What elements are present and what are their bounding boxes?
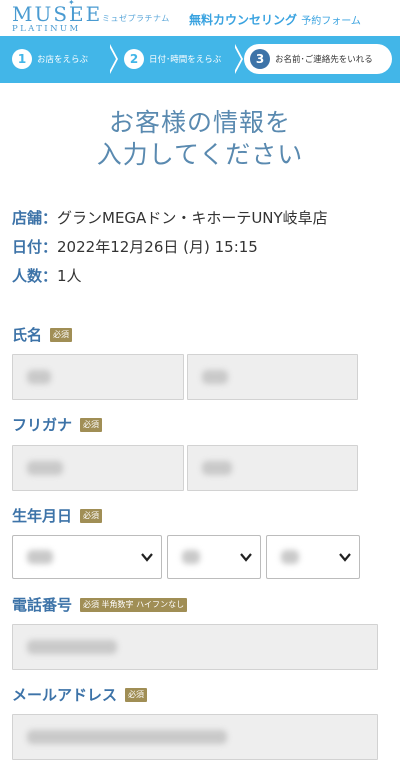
last-name-input[interactable]: [12, 354, 184, 400]
step-3-label: お名前･ご連絡先をいれる: [275, 55, 373, 65]
step-1-number: 1: [12, 49, 32, 69]
header-title-sub: 予約フォーム: [301, 16, 361, 27]
phone-note-badge: 必須 半角数字 ハイフンなし: [80, 597, 188, 612]
step-3-active: 3 お名前･ご連絡先をいれる: [244, 44, 392, 74]
phone-input[interactable]: [12, 624, 378, 670]
date-info: 日付：2022年12月26日 (月) 15:15: [12, 236, 258, 257]
blurred-value: [27, 640, 117, 654]
last-name-kana-input[interactable]: [12, 445, 184, 491]
step-2-label: 日付･時間をえらぶ: [149, 55, 222, 65]
required-badge: 必須: [125, 687, 148, 702]
blurred-value: [182, 550, 200, 564]
logo-sparkle-icon: ✦: [68, 0, 75, 7]
phone-label-text: 電話番号: [12, 596, 73, 614]
blurred-value: [27, 730, 227, 744]
people-value: 1人: [57, 267, 82, 285]
header-title: 無料カウンセリング 予約フォーム: [189, 11, 361, 28]
header-title-main: 無料カウンセリング: [189, 13, 298, 27]
phone-label: 電話番号 必須 半角数字 ハイフンなし: [12, 594, 188, 615]
logo-wordmark: MUSEE: [12, 2, 103, 26]
header: MUSEE ✦ PLATINUM ミュゼプラチナム 無料カウンセリング 予約フォ…: [0, 0, 400, 36]
blurred-value: [27, 550, 53, 564]
step-3-number: 3: [250, 49, 270, 69]
page-title: お客様の情報を 入力してください: [0, 107, 400, 171]
step-1-label: お店をえらぶ: [37, 55, 89, 65]
blurred-value: [27, 370, 51, 384]
blurred-value: [281, 550, 299, 564]
email-label: メールアドレス 必須: [12, 684, 148, 705]
required-badge: 必須: [80, 508, 103, 523]
required-badge: 必須: [80, 417, 103, 432]
store-key: 店舗：: [12, 209, 58, 227]
step-2[interactable]: 2 日付･時間をえらぶ: [124, 44, 221, 74]
first-name-kana-input[interactable]: [187, 445, 358, 491]
step-separator-inner: [109, 46, 116, 72]
blurred-value: [27, 461, 63, 475]
name-label-text: 氏名: [12, 326, 43, 344]
birth-month-select[interactable]: [167, 535, 261, 579]
musee-platinum-logo[interactable]: MUSEE ✦ PLATINUM: [12, 0, 103, 34]
blurred-value: [202, 370, 228, 384]
page-title-line1: お客様の情報を: [108, 108, 291, 137]
date-key: 日付：: [12, 238, 58, 256]
chevron-down-icon: [141, 553, 153, 562]
logo-kana: ミュゼプラチナム: [102, 14, 170, 23]
kana-label: フリガナ 必須: [12, 414, 103, 435]
birth-day-select[interactable]: [266, 535, 360, 579]
progress-steps: 1 お店をえらぶ 2 日付･時間をえらぶ 3 お名前･ご連絡先をいれる: [0, 36, 400, 83]
name-label: 氏名 必須: [12, 324, 73, 345]
birth-year-select[interactable]: [12, 535, 162, 579]
required-badge: 必須: [50, 327, 73, 342]
people-info: 人数：1人: [12, 265, 82, 286]
birth-label: 生年月日 必須: [12, 505, 103, 526]
people-key: 人数：: [12, 267, 58, 285]
step-separator-inner: [234, 46, 241, 72]
store-info: 店舗：グランMEGAドン・キホーテUNY岐阜店: [12, 207, 328, 228]
store-value: グランMEGAドン・キホーテUNY岐阜店: [57, 209, 328, 227]
date-value: 2022年12月26日 (月) 15:15: [57, 238, 258, 256]
first-name-input[interactable]: [187, 354, 358, 400]
blurred-value: [202, 461, 232, 475]
step-1[interactable]: 1 お店をえらぶ: [12, 44, 88, 74]
chevron-down-icon: [240, 553, 252, 562]
kana-label-text: フリガナ: [12, 416, 73, 434]
chevron-down-icon: [339, 553, 351, 562]
birth-label-text: 生年月日: [12, 507, 73, 525]
email-label-text: メールアドレス: [12, 686, 118, 704]
email-input[interactable]: [12, 714, 378, 760]
step-2-number: 2: [124, 49, 144, 69]
page-title-line2: 入力してください: [96, 140, 304, 169]
